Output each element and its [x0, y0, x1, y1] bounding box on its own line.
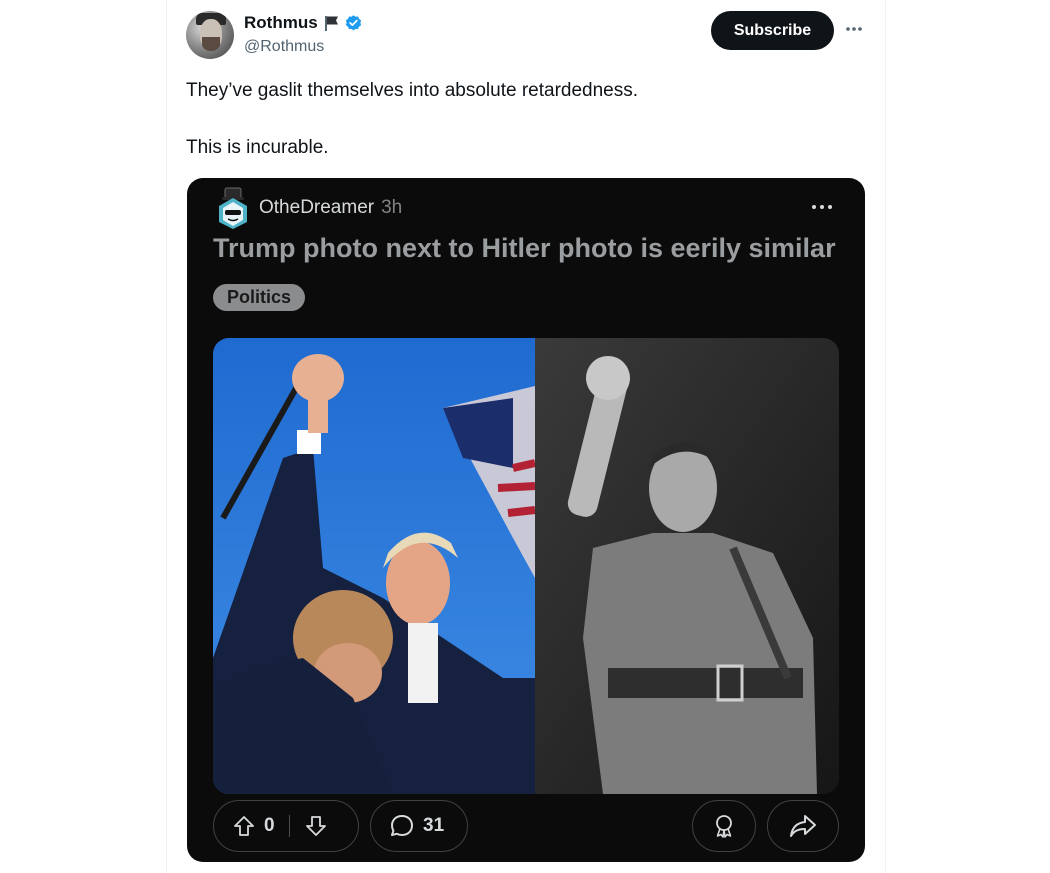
embedded-post-image: [213, 338, 839, 794]
tweet-text: They’ve gaslit themselves into absolute …: [186, 78, 846, 160]
award-icon: [716, 815, 732, 838]
timeline-right-border: [885, 0, 886, 873]
more-horizontal-icon[interactable]: [843, 18, 865, 40]
award-button[interactable]: [692, 800, 756, 852]
upvote-count: 0: [264, 815, 275, 836]
tweet: Rothmus @Rothmus Subscribe They’ve gasli…: [167, 0, 885, 873]
share-button[interactable]: [767, 800, 839, 852]
comments-button[interactable]: 31: [370, 800, 468, 852]
community-avatar-icon: [219, 187, 247, 229]
arrow-down-icon[interactable]: [304, 814, 328, 838]
embedded-post-header: OtheDreamer 3h: [213, 186, 402, 230]
avatar-beard: [202, 37, 220, 51]
author-name-row: Rothmus: [244, 13, 363, 33]
embedded-post-title: Trump photo next to Hitler photo is eeri…: [213, 233, 836, 263]
arrow-up-icon[interactable]: [232, 814, 256, 838]
comment-bubble-icon: [391, 815, 413, 836]
author-handle[interactable]: @Rothmus: [244, 38, 363, 56]
verified-badge-icon[interactable]: [344, 14, 363, 33]
embedded-post-actions: 0 31: [213, 800, 839, 852]
embedded-post-time: 3h: [381, 197, 403, 218]
comparison-photo-illustration: [213, 338, 839, 794]
author-avatar[interactable]: [186, 11, 234, 59]
embedded-post-username: OtheDreamer: [259, 197, 375, 218]
embedded-post-more-icon: [812, 205, 832, 209]
tweet-text-line-2: This is incurable.: [186, 137, 329, 158]
tweet-text-line-1: They’ve gaslit themselves into absolute …: [186, 80, 639, 101]
tweet-media-screenshot[interactable]: OtheDreamer 3h Trump photo next to Hitle…: [187, 178, 865, 862]
vote-divider: [288, 815, 290, 837]
vote-control: 0: [213, 800, 359, 852]
author-block: Rothmus @Rothmus: [244, 13, 363, 56]
embedded-post-flair: Politics: [213, 284, 306, 311]
subscribe-button[interactable]: Subscribe: [711, 11, 834, 50]
share-arrow-icon: [790, 815, 816, 837]
black-flag-icon: [324, 16, 338, 31]
author-display-name[interactable]: Rothmus: [244, 13, 318, 33]
comment-count: 31: [423, 815, 445, 836]
